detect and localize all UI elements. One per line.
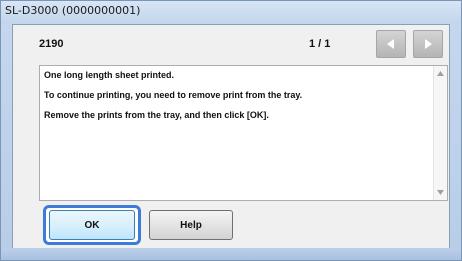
message-line: One long length sheet printed.: [44, 70, 175, 80]
dialog-window: SL-D3000 (0000000001) 2190 1 / 1 One lon…: [0, 0, 462, 261]
left-arrow-icon: [387, 39, 394, 49]
message-line: To continue printing, you need to remove…: [44, 90, 303, 100]
help-button[interactable]: Help: [149, 210, 233, 240]
previous-page-button[interactable]: [376, 30, 406, 58]
ok-button[interactable]: OK: [49, 210, 135, 240]
window-bottom-border: [1, 248, 461, 260]
page-indicator: 1 / 1: [309, 38, 331, 50]
scroll-up-arrow-icon[interactable]: [437, 71, 444, 76]
dialog-client-area: 2190 1 / 1 One long length sheet printed…: [12, 24, 450, 250]
next-page-button[interactable]: [413, 30, 443, 58]
header-row: 2190 1 / 1: [13, 25, 449, 63]
window-title: SL-D3000 (0000000001): [5, 4, 141, 17]
right-arrow-icon: [425, 39, 432, 49]
message-line: Remove the prints from the tray, and the…: [44, 110, 269, 120]
message-box[interactable]: One long length sheet printed. To contin…: [39, 65, 448, 201]
vertical-scrollbar[interactable]: [433, 66, 447, 200]
title-bar: SL-D3000 (0000000001): [1, 1, 461, 23]
job-id: 2190: [39, 38, 64, 50]
scroll-down-arrow-icon[interactable]: [437, 190, 444, 195]
